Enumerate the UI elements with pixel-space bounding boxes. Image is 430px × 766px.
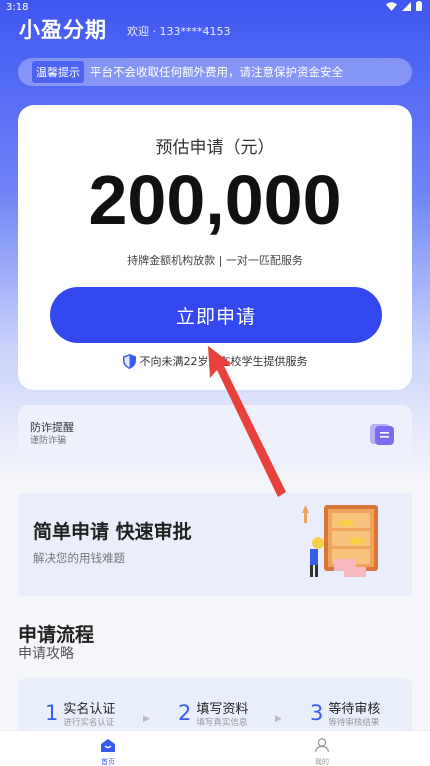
tab-mine[interactable]: 我的 — [292, 737, 352, 766]
home-icon — [101, 739, 115, 752]
pointer-arrow-icon — [208, 346, 286, 497]
tab-home[interactable]: 首页 — [78, 737, 138, 766]
bottom-tab-bar: 首页 我的 — [0, 730, 430, 766]
user-icon — [315, 738, 329, 753]
tab-mine-label: 我的 — [315, 758, 329, 766]
tab-home-label: 首页 — [101, 758, 115, 766]
